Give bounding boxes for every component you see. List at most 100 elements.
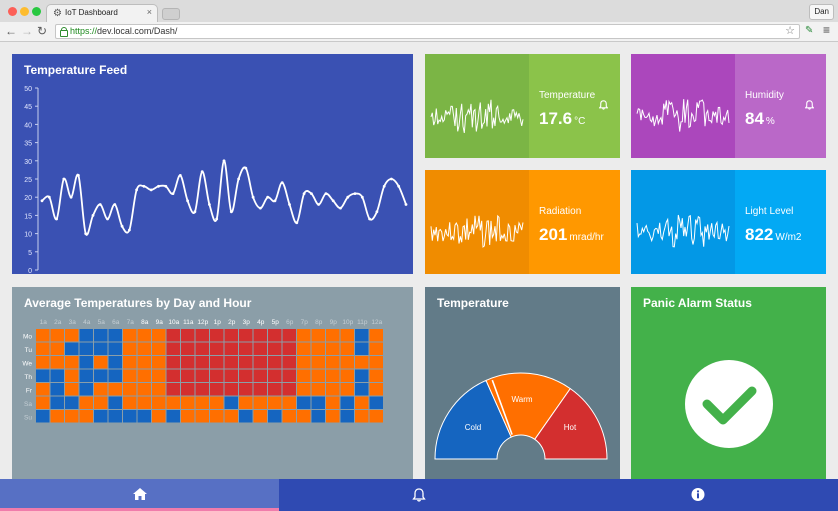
address-bar[interactable]: https://dev.local.com/Dash/ ☆ bbox=[55, 24, 800, 39]
sparkline-chart bbox=[636, 99, 730, 132]
sensor-value: 822 W/m2 bbox=[745, 225, 801, 245]
heatmap-cell bbox=[340, 356, 354, 369]
data-point bbox=[113, 203, 117, 206]
heatmap-cell bbox=[239, 329, 253, 342]
heatmap-cell bbox=[123, 342, 137, 355]
hour-label: 6p bbox=[286, 319, 294, 326]
browser-tab[interactable]: ⚙ IoT Dashboard × bbox=[46, 4, 158, 22]
new-tab-button[interactable] bbox=[162, 8, 180, 20]
heatmap-cell bbox=[36, 383, 50, 396]
sensor-tile-humidity[interactable]: Humidity 84% bbox=[631, 54, 826, 158]
data-point bbox=[69, 195, 73, 199]
heatmap-cell bbox=[50, 410, 64, 423]
sensor-value-unit: mrad/hr bbox=[569, 232, 604, 243]
y-tick-label: 35 bbox=[24, 141, 32, 148]
forward-icon[interactable]: → bbox=[21, 24, 33, 38]
nav-alerts-tab[interactable] bbox=[279, 479, 558, 511]
zoom-window-button[interactable] bbox=[32, 7, 41, 16]
heatmap-cell bbox=[195, 329, 209, 342]
nav-info-tab[interactable] bbox=[558, 479, 838, 511]
reload-icon[interactable]: ↻ bbox=[37, 24, 47, 38]
heatmap-cell bbox=[123, 396, 137, 409]
heatmap-cell bbox=[195, 369, 209, 382]
data-point bbox=[135, 188, 138, 192]
bell-icon bbox=[412, 488, 425, 502]
sensor-tile-light[interactable]: Light Level 822 W/m2 bbox=[631, 170, 826, 274]
sparkline-series bbox=[430, 214, 524, 248]
heatmap-cell bbox=[195, 383, 209, 396]
nav-home-tab[interactable] bbox=[0, 479, 279, 511]
tab-close-icon[interactable]: × bbox=[147, 7, 152, 17]
heatmap-cell bbox=[108, 369, 122, 382]
extension-icon[interactable]: ✎ bbox=[805, 25, 813, 36]
heatmap-cell bbox=[326, 383, 340, 396]
sensor-value-number: 822 bbox=[745, 225, 774, 244]
hour-label: 3p bbox=[243, 319, 251, 326]
hour-label: 12p bbox=[197, 319, 208, 326]
data-point bbox=[295, 221, 299, 225]
heatmap-cell bbox=[123, 369, 137, 382]
data-point bbox=[244, 166, 248, 170]
sensor-value: 201 mrad/hr bbox=[539, 225, 604, 245]
alert-bell-icon[interactable] bbox=[805, 100, 814, 110]
data-point bbox=[120, 224, 124, 228]
heatmap-cell bbox=[137, 383, 151, 396]
heatmap-cell bbox=[36, 369, 50, 382]
gauge-band-label: Warm bbox=[511, 395, 532, 404]
alert-bell-icon[interactable] bbox=[599, 100, 608, 110]
url-text[interactable]: https://dev.local.com/Dash/ bbox=[70, 26, 177, 36]
heatmap-cell bbox=[152, 342, 166, 355]
heatmap-cell bbox=[340, 329, 354, 342]
sensor-value: 84% bbox=[745, 109, 775, 129]
heatmap-cell bbox=[239, 369, 253, 382]
hour-label: 10a bbox=[168, 319, 179, 326]
close-window-button[interactable] bbox=[8, 7, 17, 16]
data-point bbox=[310, 192, 313, 196]
data-point bbox=[215, 217, 219, 221]
heatmap-cell bbox=[340, 369, 354, 382]
heatmap-cell bbox=[282, 396, 296, 409]
data-point bbox=[91, 214, 95, 217]
bookmark-star-icon[interactable]: ☆ bbox=[785, 24, 795, 37]
heatmap-cell bbox=[36, 396, 50, 409]
day-label: Tu bbox=[25, 347, 33, 354]
heatmap-cell bbox=[166, 342, 180, 355]
y-tick-label: 10 bbox=[24, 232, 32, 239]
heatmap-cell bbox=[355, 329, 369, 342]
back-icon[interactable]: ← bbox=[5, 24, 17, 38]
heatmap-cell bbox=[253, 356, 267, 369]
sensor-tile-radiation[interactable]: Radiation 201 mrad/hr bbox=[425, 170, 620, 274]
heatmap-cell bbox=[94, 342, 108, 355]
iot-favicon-icon: ⚙ bbox=[53, 8, 62, 19]
menu-icon[interactable]: ≡ bbox=[823, 23, 830, 37]
data-point bbox=[397, 184, 401, 188]
y-tick-label: 5 bbox=[28, 250, 32, 257]
gauge-band-label: Cold bbox=[465, 423, 481, 432]
sparkline-panel bbox=[425, 54, 529, 158]
sensor-tile-thermometer[interactable]: Temperature 17.6 °C bbox=[425, 54, 620, 158]
heatmap-cell bbox=[224, 396, 238, 409]
temperature-feed-chart: 0 5 10 15 20 25 30 35 40 45 50 bbox=[24, 86, 408, 274]
heatmap-cell bbox=[152, 356, 166, 369]
heatmap-cell bbox=[253, 329, 267, 342]
hour-label: 3a bbox=[69, 319, 77, 326]
minimize-window-button[interactable] bbox=[20, 7, 29, 16]
heatmap-cell bbox=[94, 396, 108, 409]
heatmap-cell bbox=[94, 410, 108, 423]
data-point bbox=[200, 170, 204, 174]
heatmap-cell bbox=[65, 329, 79, 342]
temperature-series-line bbox=[41, 159, 407, 236]
heatmap-cell bbox=[65, 396, 79, 409]
heatmap-cell bbox=[224, 356, 238, 369]
heatmap-cell bbox=[195, 356, 209, 369]
data-point bbox=[324, 192, 328, 196]
sparkline-chart bbox=[430, 99, 524, 133]
hour-label: 4p bbox=[257, 319, 265, 326]
profile-button[interactable]: Dan bbox=[809, 4, 834, 20]
heatmap-cell bbox=[326, 329, 340, 342]
data-point bbox=[84, 232, 88, 236]
y-tick-label: 0 bbox=[28, 268, 32, 274]
day-label: Th bbox=[24, 374, 32, 381]
data-point bbox=[171, 192, 175, 196]
heatmap-cell bbox=[355, 342, 369, 355]
